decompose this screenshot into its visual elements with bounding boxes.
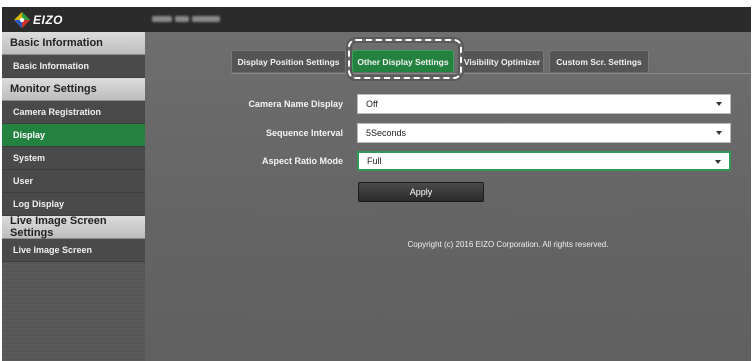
aspect-ratio-mode-label: Aspect Ratio Mode <box>261 156 343 166</box>
sidebar-item-log-display[interactable]: Log Display <box>2 193 145 216</box>
browser-frame: EIZO Basic Information Basic Information… <box>2 7 751 361</box>
camera-name-display-label: Camera Name Display <box>248 99 343 109</box>
tab-custom-scr-settings[interactable]: Custom Scr. Settings <box>549 50 649 72</box>
sidebar-item-user[interactable]: User <box>2 170 145 193</box>
tab-display-position-settings[interactable]: Display Position Settings <box>231 50 346 72</box>
logo-text: EIZO <box>33 12 64 27</box>
main-content: Display Position Settings Other Display … <box>145 32 751 361</box>
chevron-down-icon <box>716 102 722 106</box>
aspect-ratio-mode-value: Full <box>367 156 382 166</box>
sidebar-item-system[interactable]: System <box>2 147 145 170</box>
apply-button[interactable]: Apply <box>358 182 484 202</box>
sidebar: Basic Information Basic Information Moni… <box>2 32 145 361</box>
sidebar-item-display[interactable]: Display <box>2 124 145 147</box>
form-row-sequence-interval: Sequence Interval 5Seconds <box>145 123 751 143</box>
camera-name-display-select[interactable]: Off <box>357 94 731 114</box>
sequence-interval-value: 5Seconds <box>366 128 407 138</box>
chevron-down-icon <box>715 160 721 164</box>
sidebar-section-basic-information[interactable]: Basic Information <box>2 32 145 55</box>
eizo-logo-icon <box>14 11 30 28</box>
sequence-interval-label: Sequence Interval <box>265 128 343 138</box>
eizo-logo: EIZO <box>14 11 63 28</box>
blurred-host-label <box>152 14 220 24</box>
sidebar-item-camera-registration[interactable]: Camera Registration <box>2 101 145 124</box>
form-row-camera-name-display: Camera Name Display Off <box>145 94 751 114</box>
sidebar-section-monitor-settings[interactable]: Monitor Settings <box>2 78 145 101</box>
sidebar-item-basic-information[interactable]: Basic Information <box>2 55 145 78</box>
sequence-interval-select[interactable]: 5Seconds <box>357 123 731 143</box>
tab-other-display-settings[interactable]: Other Display Settings <box>352 50 454 72</box>
tab-divider <box>231 73 751 74</box>
tab-visibility-optimizer[interactable]: Visibility Optimizer <box>460 50 544 72</box>
sidebar-section-live-image-screen-settings[interactable]: Live Image Screen Settings <box>2 215 145 239</box>
camera-name-display-value: Off <box>366 99 378 109</box>
top-bar: EIZO <box>2 7 751 32</box>
chevron-down-icon <box>716 131 722 135</box>
sidebar-item-live-image-screen[interactable]: Live Image Screen <box>2 239 145 262</box>
aspect-ratio-mode-select[interactable]: Full <box>357 151 731 171</box>
copyright-text: Copyright (c) 2016 EIZO Corporation. All… <box>407 240 609 249</box>
form-row-aspect-ratio-mode: Aspect Ratio Mode Full <box>145 151 751 171</box>
